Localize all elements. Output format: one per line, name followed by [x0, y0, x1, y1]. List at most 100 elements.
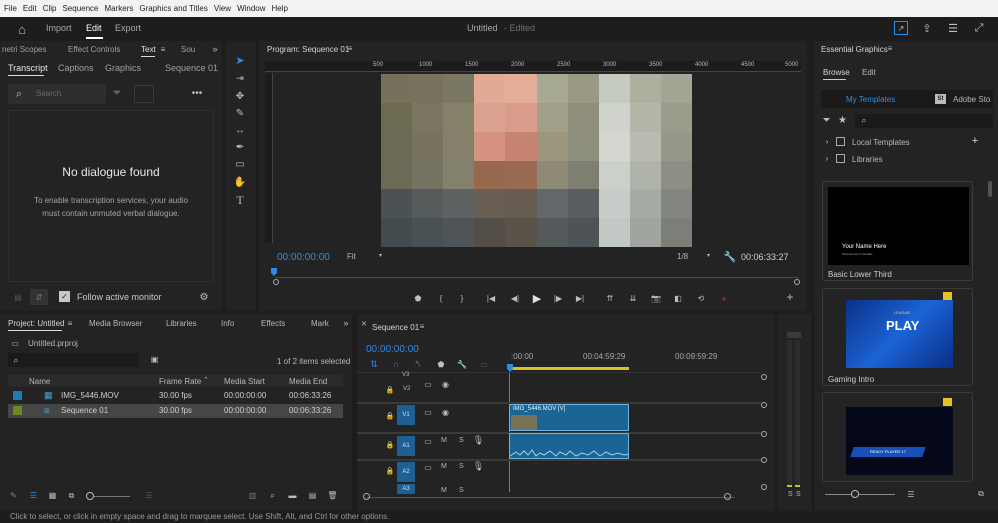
play-icon[interactable]: ▶: [531, 292, 543, 305]
menu-graphics[interactable]: Graphics and Titles: [139, 4, 207, 13]
header-media-end[interactable]: Media End: [289, 377, 327, 386]
playhead-marker[interactable]: [271, 268, 277, 276]
scroll-start-handle[interactable]: [363, 493, 370, 500]
trash-icon[interactable]: 🗑: [327, 490, 338, 501]
video-frame[interactable]: [381, 74, 692, 247]
find-icon[interactable]: ⌕: [267, 490, 278, 501]
menu-window[interactable]: Window: [237, 4, 265, 13]
menu-clip[interactable]: Clip: [43, 4, 57, 13]
header-frame-rate[interactable]: Frame Rate: [159, 377, 201, 386]
solo-button[interactable]: S: [459, 437, 464, 444]
timeline-timecode[interactable]: 00:00:00:00: [366, 344, 419, 355]
tab-lumetri-scopes[interactable]: netri Scopes: [2, 45, 46, 54]
chevron-right-icon[interactable]: ›: [823, 154, 831, 163]
menu-markers[interactable]: Markers: [105, 4, 134, 13]
thumbnail-size-slider[interactable]: [825, 494, 895, 495]
mark-in-icon[interactable]: {: [436, 293, 446, 303]
selection-tool-icon[interactable]: ➤: [233, 53, 247, 67]
tab-libraries[interactable]: Libraries: [166, 319, 197, 328]
solo-right-button[interactable]: S: [796, 491, 801, 498]
track-a2-target[interactable]: A2: [397, 462, 415, 482]
search-input[interactable]: ⌕ Search: [8, 84, 106, 104]
vertical-zoom-handle[interactable]: [761, 374, 767, 380]
microphone-icon[interactable]: 🎙: [473, 461, 484, 472]
settings-icon[interactable]: ⚙: [197, 290, 211, 304]
mark-out-icon[interactable]: }: [457, 293, 467, 303]
add-marker-icon[interactable]: ⬟: [413, 293, 423, 303]
resolution-dropdown[interactable]: 1/8 ▾: [677, 252, 719, 264]
mute-button[interactable]: M: [441, 437, 447, 444]
export-caption-icon[interactable]: ⇵: [30, 289, 48, 305]
new-bin-icon[interactable]: ▣: [149, 354, 160, 365]
captions-icon[interactable]: ▭: [479, 359, 489, 369]
tab-source[interactable]: Sou: [181, 45, 195, 54]
vertical-zoom-handle[interactable]: [761, 457, 767, 463]
mute-button[interactable]: M: [441, 463, 447, 470]
project-menu-icon[interactable]: ≡: [66, 319, 74, 328]
audio-clip[interactable]: [509, 433, 629, 459]
close-icon[interactable]: ✕: [360, 320, 368, 328]
table-row[interactable]: ⧈ Sequence 01 30.00 fps 00:00:00:00 00:0…: [8, 404, 343, 418]
slider-handle[interactable]: [851, 490, 859, 498]
solo-button[interactable]: S: [459, 463, 464, 470]
razor-tool-icon[interactable]: ✎: [233, 106, 247, 120]
type-tool-icon[interactable]: T: [233, 193, 247, 207]
microphone-icon[interactable]: 🎙: [473, 435, 484, 446]
solo-button[interactable]: S: [459, 487, 464, 494]
lock-icon[interactable]: 🔒: [386, 412, 395, 420]
vertical-zoom-handle[interactable]: [761, 402, 767, 408]
vertical-zoom-handle[interactable]: [761, 431, 767, 437]
eg-scrollbar[interactable]: [988, 181, 992, 197]
automate-icon[interactable]: ▥: [247, 490, 258, 501]
quick-export-icon[interactable]: ↗: [894, 21, 908, 35]
star-icon[interactable]: ★: [837, 115, 848, 126]
eg-menu-icon[interactable]: ≡: [886, 44, 894, 53]
nest-icon[interactable]: ⇅: [369, 359, 379, 369]
table-row[interactable]: ▦ IMG_5446.MOV 30.00 fps 00:00:00:00 00:…: [8, 389, 343, 403]
new-bin-icon[interactable]: ▬: [287, 490, 298, 501]
new-item-icon[interactable]: ▤: [307, 490, 318, 501]
sync-lock-icon[interactable]: ▭: [423, 380, 433, 389]
camera-icon[interactable]: 📷: [650, 293, 662, 303]
timeline-tab[interactable]: Sequence 01: [372, 323, 419, 332]
tab-markers[interactable]: Mark: [311, 319, 329, 328]
timeline-menu-icon[interactable]: ≡: [418, 322, 426, 331]
sequence-selector[interactable]: Sequence 01: [165, 63, 218, 73]
tab-project[interactable]: Project: Untitled: [8, 319, 64, 328]
fullscreen-icon[interactable]: ⤢: [972, 21, 986, 35]
list-view-icon[interactable]: ☰: [28, 490, 39, 501]
tab-browse[interactable]: Browse: [823, 68, 850, 77]
header-media-start[interactable]: Media Start: [224, 377, 265, 386]
template-card-ready-player[interactable]: READY PLAYER 1?: [822, 392, 973, 482]
menu-edit[interactable]: Edit: [23, 4, 37, 13]
tab-captions[interactable]: Captions: [58, 63, 94, 73]
marker-icon[interactable]: ⬟: [436, 359, 446, 369]
tab-eg-edit[interactable]: Edit: [862, 68, 876, 77]
work-area-bar[interactable]: [509, 367, 629, 370]
menu-sequence[interactable]: Sequence: [62, 4, 98, 13]
tab-transcript[interactable]: Transcript: [8, 63, 48, 73]
sync-lock-icon[interactable]: ▭: [423, 463, 433, 472]
slip-tool-icon[interactable]: ↔: [233, 123, 247, 137]
sync-lock-icon[interactable]: ▭: [423, 437, 433, 446]
rectangle-tool-icon[interactable]: ▭: [233, 157, 247, 171]
track-select-tool-icon[interactable]: ⇥: [233, 71, 247, 85]
follow-monitor-checkbox[interactable]: ✓: [59, 291, 70, 302]
tab-effects[interactable]: Effects: [261, 319, 285, 328]
comparison-view-icon[interactable]: ◧: [672, 293, 684, 303]
solo-left-button[interactable]: S: [788, 491, 793, 498]
go-to-in-icon[interactable]: |◀: [485, 293, 497, 303]
tab-info[interactable]: Info: [221, 319, 234, 328]
filter-icon[interactable]: ⏷: [821, 115, 832, 126]
project-search-input[interactable]: ⌕: [8, 353, 138, 367]
tab-adobe-stock[interactable]: Adobe Sto: [953, 95, 990, 104]
zoom-slider-handle[interactable]: [86, 492, 94, 500]
program-title[interactable]: Program: Sequence 01: [267, 45, 349, 54]
step-forward-icon[interactable]: |▶: [552, 293, 564, 303]
step-back-icon[interactable]: ◀|: [509, 293, 521, 303]
monitor-scrubber[interactable]: [275, 277, 799, 278]
tab-my-templates[interactable]: My Templates: [846, 95, 895, 104]
track-a3-target[interactable]: A3: [397, 484, 415, 494]
pen-tool-icon[interactable]: ✒: [233, 140, 247, 154]
header-name[interactable]: Name: [29, 377, 50, 386]
